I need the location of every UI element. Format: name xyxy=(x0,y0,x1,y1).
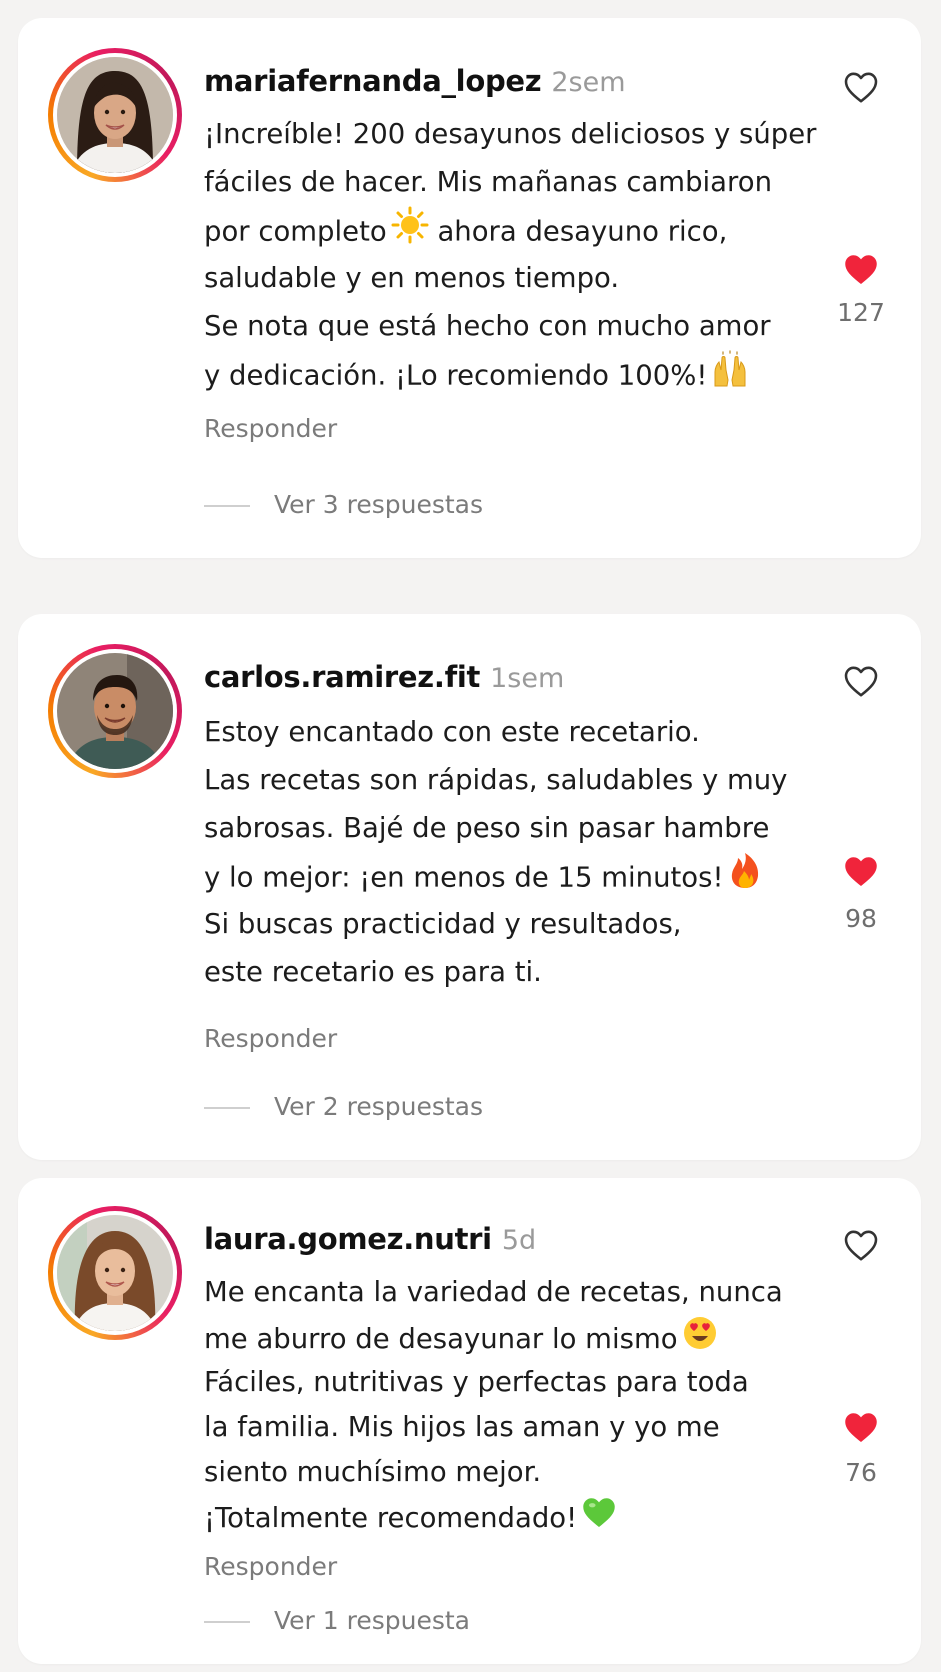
divider-line xyxy=(204,1621,250,1623)
heart-outline-icon[interactable] xyxy=(843,664,879,698)
divider-line xyxy=(204,505,250,507)
raised-hands-emoji-icon xyxy=(711,350,749,403)
reply-button[interactable]: Responder xyxy=(204,1024,337,1053)
avatar[interactable] xyxy=(48,48,182,182)
divider-line xyxy=(204,1107,250,1109)
heart-outline-icon[interactable] xyxy=(843,1228,879,1262)
fire-emoji-icon xyxy=(727,852,763,905)
comment-time: 2sem xyxy=(551,67,626,98)
heart-filled-icon[interactable] xyxy=(843,854,879,888)
comment-header: mariafernanda_lopez 2sem xyxy=(204,64,626,98)
comment-card: carlos.ramirez.fit 1sem Estoy encantado c… xyxy=(18,614,921,1160)
heart-filled-icon[interactable] xyxy=(843,1410,879,1444)
avatar[interactable] xyxy=(48,1206,182,1340)
heart-outline-icon[interactable] xyxy=(843,70,879,104)
comment-card: mariafernanda_lopez 2sem ¡Increíble! 200 … xyxy=(18,18,921,558)
heart-filled-icon[interactable] xyxy=(843,252,879,286)
username[interactable]: carlos.ramirez.fit xyxy=(204,660,480,694)
username[interactable]: mariafernanda_lopez xyxy=(204,64,542,98)
comment-header: laura.gomez.nutri 5d xyxy=(204,1222,536,1256)
comment-header: carlos.ramirez.fit 1sem xyxy=(204,660,564,694)
green-heart-emoji-icon xyxy=(581,1495,617,1543)
heart-eyes-emoji-icon xyxy=(682,1315,718,1365)
username[interactable]: laura.gomez.nutri xyxy=(204,1222,492,1256)
comment-card: laura.gomez.nutri 5d Me encanta la varied… xyxy=(18,1178,921,1664)
view-replies-button[interactable]: Ver 1 respuesta xyxy=(204,1606,470,1635)
comment-time: 5d xyxy=(501,1225,537,1256)
avatar[interactable] xyxy=(48,644,182,778)
like-count: 98 xyxy=(845,904,877,933)
comment-text: ¡Increíble! 200 desayunos deliciosos y s… xyxy=(204,110,816,398)
comment-time: 1sem xyxy=(490,663,565,694)
comment-text: Estoy encantado con este recetario. Las … xyxy=(204,716,788,988)
reply-button[interactable]: Responder xyxy=(204,1552,337,1581)
like-count: 76 xyxy=(845,1458,877,1487)
view-replies-button[interactable]: Ver 3 respuestas xyxy=(204,490,483,519)
sun-emoji-icon xyxy=(391,206,429,259)
view-replies-button[interactable]: Ver 2 respuestas xyxy=(204,1092,483,1121)
like-count: 127 xyxy=(837,298,885,327)
reply-button[interactable]: Responder xyxy=(204,414,337,443)
comment-text: Me encanta la variedad de recetas, nunca… xyxy=(204,1270,804,1540)
